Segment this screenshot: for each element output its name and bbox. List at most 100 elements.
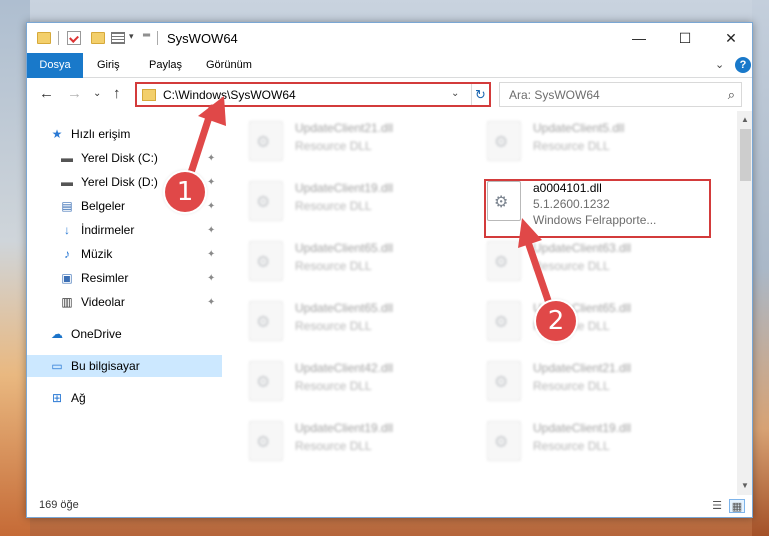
up-button[interactable]: ↑	[113, 85, 121, 102]
videos-icon: ▥	[61, 295, 73, 309]
dll-file-icon: ⚙	[249, 181, 283, 221]
scroll-up-icon[interactable]: ▲	[741, 115, 749, 124]
dll-file-icon: ⚙	[487, 121, 521, 161]
dll-file-icon: ⚙	[249, 301, 283, 341]
sidebar-item-label: Hızlı erişim	[71, 127, 131, 141]
sidebar-item-network[interactable]: ⊞ Ağ	[27, 387, 222, 409]
callout-2: 2	[536, 301, 576, 341]
customize-toolbar-icon[interactable]: ═	[143, 30, 150, 46]
file-item[interactable]: ⚙ UpdateClient65.dll Resource DLL	[477, 295, 707, 351]
large-icons-view-icon[interactable]: ▦	[729, 499, 745, 513]
dll-file-icon: ⚙	[249, 121, 283, 161]
window-title: SysWOW64	[167, 31, 238, 46]
vertical-scrollbar[interactable]: ▲ ▼	[737, 111, 752, 496]
file-type: Resource DLL	[533, 379, 610, 393]
sidebar-item-onedrive[interactable]: ☁ OneDrive	[27, 323, 222, 345]
dll-file-icon: ⚙	[487, 241, 521, 281]
pin-icon[interactable]: ✦	[207, 153, 215, 164]
file-name: UpdateClient19.dll	[295, 421, 394, 435]
desktop-background-right	[752, 0, 769, 536]
tab-home[interactable]: Giriş	[85, 53, 132, 78]
details-view-icon[interactable]: ☰	[709, 499, 725, 513]
folder-icon	[37, 32, 51, 44]
file-item[interactable]: ⚙ UpdateClient65.dll Resource DLL	[239, 235, 469, 291]
documents-icon: ▤	[61, 199, 73, 213]
address-bar[interactable]: C:\Windows\SysWOW64 ⌄ ↻	[135, 82, 491, 107]
pin-icon[interactable]: ✦	[207, 225, 215, 236]
sidebar-item-pictures[interactable]: ▣ Resimler ✦	[27, 267, 222, 289]
maximize-button[interactable]: ☐	[662, 23, 708, 53]
sidebar-item-quick-access[interactable]: ★ Hızlı erişim	[27, 123, 222, 145]
back-button[interactable]: ←	[39, 85, 54, 102]
pin-icon[interactable]: ✦	[207, 177, 215, 188]
properties-icon[interactable]	[67, 31, 81, 45]
refresh-button[interactable]: ↻	[471, 84, 489, 105]
view-icon[interactable]	[111, 32, 125, 44]
chevron-down-icon[interactable]: ▾	[129, 31, 134, 47]
sidebar-item-label: Yerel Disk (C:)	[81, 151, 158, 165]
sidebar-item-music[interactable]: ♪ Müzik ✦	[27, 243, 222, 265]
search-input[interactable]: Ara: SysWOW64 ⌕	[499, 82, 742, 107]
sidebar-item-label: Resimler	[81, 271, 129, 285]
file-type: Resource DLL	[295, 439, 372, 453]
dll-file-icon: ⚙	[487, 421, 521, 461]
pin-icon[interactable]: ✦	[207, 297, 215, 308]
collapse-ribbon-icon[interactable]: ⌄	[715, 58, 724, 71]
status-bar: 169 öğe ☰ ▦	[27, 495, 752, 517]
file-name: UpdateClient65.dll	[295, 241, 394, 255]
dll-file-icon: ⚙	[487, 361, 521, 401]
file-item[interactable]: ⚙ UpdateClient19.dll Resource DLL	[239, 175, 469, 231]
forward-button[interactable]: →	[67, 85, 82, 102]
pin-icon[interactable]: ✦	[207, 249, 215, 260]
file-type: Resource DLL	[533, 259, 610, 273]
download-icon: ↓	[64, 223, 70, 237]
sidebar-item-label: Videolar	[81, 295, 125, 309]
chevron-down-icon[interactable]: ⌄	[451, 88, 459, 99]
file-item[interactable]: ⚙ UpdateClient21.dll Resource DLL	[239, 115, 469, 171]
file-type: Resource DLL	[295, 199, 372, 213]
computer-icon: ▭	[51, 359, 63, 373]
file-item[interactable]: ⚙ UpdateClient65.dll Resource DLL	[239, 295, 469, 351]
file-type: Resource DLL	[295, 379, 372, 393]
search-placeholder: Ara: SysWOW64	[509, 88, 600, 102]
scroll-down-icon[interactable]: ▼	[741, 481, 749, 490]
pin-icon[interactable]: ✦	[207, 273, 215, 284]
help-icon[interactable]: ?	[735, 57, 751, 73]
sidebar-item-local-disk-c[interactable]: ▬ Yerel Disk (C:) ✦	[27, 147, 222, 169]
search-icon[interactable]: ⌕	[728, 87, 735, 103]
file-name: UpdateClient42.dll	[295, 361, 394, 375]
navigation-pane: ★ Hızlı erişim ▬ Yerel Disk (C:) ✦ ▬ Yer…	[27, 115, 222, 495]
callout-1: 1	[165, 172, 205, 212]
explorer-window: ▾ ═ SysWOW64 — ☐ ✕ Dosya Giriş Paylaş Gö…	[26, 22, 753, 518]
close-button[interactable]: ✕	[708, 23, 752, 53]
file-item[interactable]: ⚙ UpdateClient19.dll Resource DLL	[477, 415, 707, 471]
navigation-bar: ← → ⌄ ↑ C:\Windows\SysWOW64 ⌄ ↻ Ara: Sys…	[27, 79, 752, 111]
file-type: Resource DLL	[295, 259, 372, 273]
file-item[interactable]: ⚙ UpdateClient5.dll Resource DLL	[477, 115, 707, 171]
file-name: UpdateClient19.dll	[533, 421, 632, 435]
scrollbar-thumb[interactable]	[740, 129, 751, 181]
sidebar-item-label: OneDrive	[71, 327, 122, 341]
address-path[interactable]: C:\Windows\SysWOW64	[163, 88, 296, 102]
file-item[interactable]: ⚙ UpdateClient42.dll Resource DLL	[239, 355, 469, 411]
minimize-button[interactable]: —	[616, 23, 662, 53]
new-folder-icon[interactable]	[91, 32, 105, 44]
tab-view[interactable]: Görünüm	[194, 53, 264, 78]
recent-locations-button[interactable]: ⌄	[93, 88, 101, 99]
ribbon-tabs: Dosya Giriş Paylaş Görünüm ⌄ ?	[27, 53, 752, 78]
file-name: UpdateClient5.dll	[533, 121, 625, 135]
item-count: 169 öğe	[39, 499, 79, 511]
star-icon: ★	[51, 127, 63, 141]
file-item[interactable]: ⚙ UpdateClient63.dll Resource DLL	[477, 235, 707, 291]
file-item[interactable]: ⚙ UpdateClient21.dll Resource DLL	[477, 355, 707, 411]
sidebar-item-this-pc[interactable]: ▭ Bu bilgisayar	[27, 355, 222, 377]
file-name: UpdateClient21.dll	[295, 121, 394, 135]
file-item[interactable]: ⚙ UpdateClient19.dll Resource DLL	[239, 415, 469, 471]
sidebar-item-downloads[interactable]: ↓ İndirmeler ✦	[27, 219, 222, 241]
tab-share[interactable]: Paylaş	[137, 53, 194, 78]
sidebar-item-videos[interactable]: ▥ Videolar ✦	[27, 291, 222, 313]
tab-file[interactable]: Dosya	[27, 53, 83, 78]
file-type: Resource DLL	[533, 139, 610, 153]
drive-icon: ▬	[61, 175, 73, 189]
pin-icon[interactable]: ✦	[207, 201, 215, 212]
